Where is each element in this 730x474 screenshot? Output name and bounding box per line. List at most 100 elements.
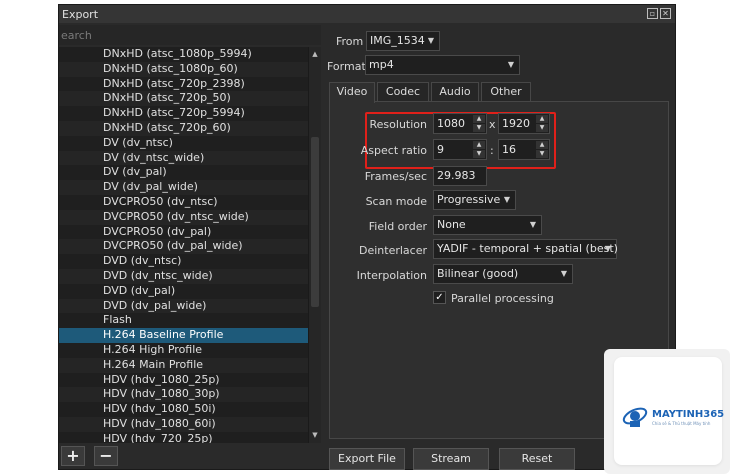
format-label: Format	[327, 60, 366, 73]
tab-audio[interactable]: Audio	[431, 82, 479, 102]
list-item[interactable]: DNxHD (atsc_720p_2398)	[59, 77, 308, 92]
resolution-height-input[interactable]: 1920 ▲ ▼	[498, 113, 550, 134]
aspect-ratio-label: Aspect ratio	[360, 144, 427, 157]
tab-codec[interactable]: Codec	[377, 82, 429, 102]
field-order-value: None	[437, 218, 466, 231]
spin-down-icon[interactable]: ▼	[473, 150, 485, 158]
from-select[interactable]: IMG_1534 ▼	[366, 31, 440, 51]
search-input[interactable]: earch	[59, 25, 321, 45]
from-value: IMG_1534	[370, 34, 425, 47]
field-order-select[interactable]: None ▼	[433, 215, 542, 235]
brand-tagline: Chia sẻ & Thủ thuật Máy tính	[652, 421, 711, 426]
scroll-down-icon[interactable]: ▼	[310, 430, 320, 440]
parallel-processing-checkbox[interactable]: ✓	[433, 291, 446, 304]
watermark-card: MAYTINH365 Chia sẻ & Thủ thuật Máy tính	[614, 357, 725, 465]
brand-name: MAYTINH365	[652, 409, 725, 420]
list-item[interactable]: HDV (hdv_1080_30p)	[59, 387, 308, 403]
chevron-down-icon: ▼	[560, 269, 567, 278]
fps-value: 29.983	[437, 169, 476, 182]
list-item[interactable]: DNxHD (atsc_1080p_60)	[59, 61, 308, 77]
aspect-den-input[interactable]: 16 ▲ ▼	[498, 139, 550, 160]
scrollbar-thumb[interactable]	[311, 137, 319, 307]
list-item[interactable]: DNxHD (atsc_720p_60)	[59, 120, 308, 136]
spin-up-icon[interactable]: ▲	[536, 115, 548, 123]
search-placeholder: earch	[61, 29, 92, 42]
scan-mode-select[interactable]: Progressive ▼	[433, 190, 516, 210]
list-item[interactable]: Flash	[59, 313, 308, 328]
close-icon[interactable]: ✕	[660, 8, 671, 19]
list-item[interactable]: DVCPRO50 (dv_pal_wide)	[59, 239, 308, 255]
field-order-label: Field order	[368, 220, 427, 233]
list-item[interactable]: DVD (dv_pal)	[59, 284, 308, 299]
scan-mode-value: Progressive	[437, 193, 501, 206]
title-bar: Export ▫ ✕	[59, 5, 675, 23]
list-item[interactable]: H.264 High Profile	[59, 343, 308, 358]
format-value: mp4	[369, 58, 394, 71]
aspect-separator: :	[490, 144, 494, 157]
reset-button[interactable]: Reset	[499, 448, 575, 470]
aspect-num-value: 9	[437, 143, 444, 156]
aspect-num-input[interactable]: 9 ▲ ▼	[433, 139, 487, 160]
fps-label: Frames/sec	[364, 170, 427, 183]
spin-up-icon[interactable]: ▲	[536, 141, 548, 149]
deinterlacer-value: YADIF - temporal + spatial (best)	[437, 242, 618, 255]
list-item[interactable]: DV (dv_ntsc_wide)	[59, 150, 308, 166]
deinterlacer-label: Deinterlacer	[358, 244, 427, 257]
list-item[interactable]: DVCPRO50 (dv_ntsc_wide)	[59, 209, 308, 225]
chevron-down-icon: ▼	[529, 220, 536, 229]
spin-down-icon[interactable]: ▼	[536, 150, 548, 158]
list-item[interactable]: DNxHD (atsc_1080p_5994)	[59, 47, 308, 62]
list-item[interactable]: DNxHD (atsc_720p_5994)	[59, 106, 308, 121]
list-item[interactable]: DVD (dv_ntsc)	[59, 254, 308, 269]
interpolation-value: Bilinear (good)	[437, 267, 519, 280]
spin-up-icon[interactable]: ▲	[473, 115, 485, 123]
fps-input[interactable]: 29.983	[433, 166, 487, 186]
parallel-processing-label: Parallel processing	[451, 292, 554, 305]
float-icon[interactable]: ▫	[647, 8, 658, 19]
list-item[interactable]: DVD (dv_pal_wide)	[59, 298, 308, 314]
list-item[interactable]: HDV (hdv_1080_25p)	[59, 373, 308, 388]
list-item[interactable]: DV (dv_pal)	[59, 165, 308, 180]
list-scrollbar[interactable]: ▲ ▼	[308, 47, 321, 443]
from-label: From	[336, 35, 364, 48]
list-item[interactable]: H.264 Baseline Profile	[59, 328, 308, 343]
aspect-den-value: 16	[502, 143, 516, 156]
interpolation-select[interactable]: Bilinear (good) ▼	[433, 264, 573, 284]
list-item[interactable]: H.264 Main Profile	[59, 357, 308, 373]
format-select[interactable]: mp4 ▼	[365, 55, 520, 75]
list-item[interactable]: HDV (hdv_1080_60i)	[59, 416, 308, 432]
scroll-up-icon[interactable]: ▲	[310, 49, 320, 59]
list-item[interactable]: HDV (hdv_1080_50i)	[59, 402, 308, 417]
spin-down-icon[interactable]: ▼	[536, 124, 548, 132]
spin-up-icon[interactable]: ▲	[473, 141, 485, 149]
tab-other[interactable]: Other	[481, 82, 531, 102]
resolution-width-value: 1080	[437, 117, 465, 130]
remove-preset-button[interactable]: −	[94, 446, 118, 466]
spin-down-icon[interactable]: ▼	[473, 124, 485, 132]
window-title: Export	[62, 8, 99, 21]
list-item[interactable]: DV (dv_ntsc)	[59, 136, 308, 151]
chevron-down-icon: ▼	[503, 195, 510, 204]
resolution-separator: x	[489, 118, 496, 131]
list-item[interactable]: DVD (dv_ntsc_wide)	[59, 268, 308, 284]
list-item[interactable]: DVCPRO50 (dv_ntsc)	[59, 195, 308, 210]
resolution-label: Resolution	[369, 118, 427, 131]
list-item[interactable]: DVCPRO50 (dv_pal)	[59, 225, 308, 240]
watermark: MAYTINH365 Chia sẻ & Thủ thuật Máy tính	[604, 349, 730, 474]
tab-video[interactable]: Video	[329, 82, 375, 103]
resolution-width-input[interactable]: 1080 ▲ ▼	[433, 113, 487, 134]
scan-mode-label: Scan mode	[365, 195, 427, 208]
list-item[interactable]: HDV (hdv_720_25p)	[59, 432, 308, 443]
stream-button[interactable]: Stream	[413, 448, 489, 470]
list-item[interactable]: DNxHD (atsc_720p_50)	[59, 91, 308, 107]
interpolation-label: Interpolation	[356, 269, 427, 282]
list-item[interactable]: DV (dv_pal_wide)	[59, 180, 308, 195]
add-preset-button[interactable]: +	[61, 446, 85, 466]
chevron-down-icon: ▼	[427, 36, 434, 45]
format-list[interactable]: DNxHD (atsc_1080p_5994) DNxHD (atsc_1080p…	[59, 47, 308, 443]
brand-logo-icon	[622, 407, 648, 427]
export-file-button[interactable]: Export File	[329, 448, 405, 470]
chevron-down-icon: ▼	[507, 60, 514, 69]
deinterlacer-select[interactable]: YADIF - temporal + spatial (best) ▼	[433, 239, 618, 259]
resolution-height-value: 1920	[502, 117, 530, 130]
